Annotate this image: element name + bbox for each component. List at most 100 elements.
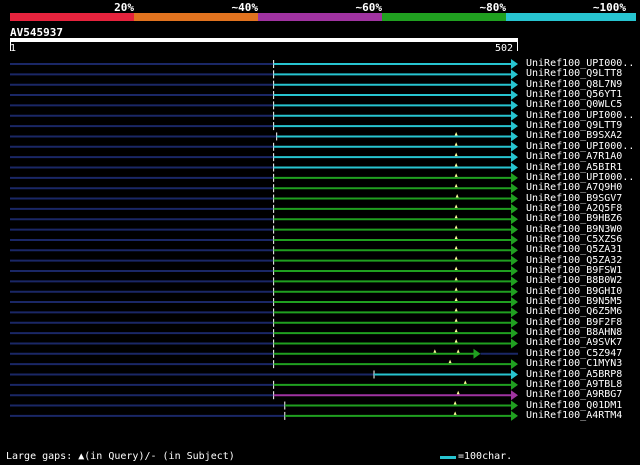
hit-name-link[interactable]: UniRef100_B9N3W0	[526, 224, 622, 235]
hit-arrow	[511, 390, 518, 401]
hit-name-link[interactable]: UniRef100_B9SGV7	[526, 193, 622, 204]
hit-name-link[interactable]: UniRef100_B9SXA2	[526, 130, 622, 141]
hit-arrow	[511, 317, 518, 328]
hit-name-link[interactable]: UniRef100_B8AHN8	[526, 327, 622, 338]
query-gap-marker	[454, 318, 458, 322]
query-gap-marker	[454, 297, 458, 302]
hit-arrow	[511, 410, 518, 421]
hit-arrow	[511, 90, 518, 101]
query-gap-marker	[454, 225, 458, 229]
hit-arrow	[511, 379, 518, 390]
hit-name-link[interactable]: UniRef100_A9SVK7	[526, 337, 622, 348]
hit-arrow	[511, 400, 518, 411]
hit-name-link[interactable]: UniRef100_UPI000..	[526, 110, 634, 121]
hit-name-link[interactable]: UniRef100_Q0WLC5	[526, 99, 622, 110]
hit-name-link[interactable]: UniRef100_Q8L7N9	[526, 79, 622, 90]
hit-name-link[interactable]: UniRef100_Q56YT1	[526, 89, 622, 100]
query-gap-marker	[433, 349, 437, 353]
hit-arrow	[511, 69, 518, 80]
hit-arrow	[473, 348, 481, 359]
query-gap-marker	[454, 287, 458, 291]
hit-arrow	[511, 214, 518, 225]
query-gap-marker	[454, 338, 458, 343]
hit-name-link[interactable]: UniRef100_A5BRP8	[526, 369, 622, 380]
hit-arrow	[511, 121, 518, 132]
hit-name-link[interactable]: UniRef100_Q01DM1	[526, 400, 622, 411]
hit-arrow	[511, 297, 518, 308]
hit-name-link[interactable]: UniRef100_Q5ZA31	[526, 244, 622, 255]
hit-arrow	[511, 162, 518, 173]
query-gap-marker	[454, 163, 458, 167]
query-gap-marker	[454, 204, 458, 208]
hit-arrow	[511, 359, 518, 370]
hit-arrow	[511, 183, 518, 194]
gap-legend: Large gaps: ▲(in Query)/- (in Subject)	[6, 451, 235, 462]
hit-name-link[interactable]: UniRef100_UPI000..	[526, 58, 634, 69]
query-gap-marker	[454, 245, 458, 250]
hit-name-link[interactable]: UniRef100_A9TBL8	[526, 379, 622, 390]
hit-arrow	[511, 234, 518, 245]
hit-name-link[interactable]: UniRef100_Q9LTT9	[526, 120, 622, 131]
query-gap-marker	[453, 401, 457, 405]
hit-arrow	[511, 338, 518, 349]
query-gap-marker	[454, 266, 458, 270]
hit-arrow	[511, 328, 518, 339]
hit-arrow	[511, 224, 518, 235]
hit-name-link[interactable]: UniRef100_B9N5M5	[526, 296, 622, 307]
hit-arrow	[511, 266, 518, 276]
hit-name-link[interactable]: UniRef100_A5BIR1	[526, 162, 622, 173]
hit-name-link[interactable]: UniRef100_A4RTM4	[526, 410, 622, 421]
query-gap-marker	[463, 380, 467, 384]
query-gap-marker	[456, 349, 460, 353]
hit-arrow	[511, 369, 518, 380]
hit-arrow	[511, 286, 518, 297]
hit-name-link[interactable]: UniRef100_C5Z947	[526, 348, 622, 359]
query-gap-marker	[456, 390, 460, 395]
hit-name-link[interactable]: UniRef100_A7Q9H0	[526, 182, 622, 193]
query-gap-marker	[454, 235, 458, 239]
hit-name-link[interactable]: UniRef100_Q9LTT8	[526, 68, 622, 79]
query-gap-marker	[454, 276, 458, 281]
hit-arrow	[511, 276, 518, 287]
hit-name-link[interactable]: UniRef100_A9RBG7	[526, 389, 622, 400]
query-gap-marker	[454, 131, 458, 136]
hit-arrow	[511, 110, 518, 121]
hit-name-link[interactable]: UniRef100_UPI000..	[526, 172, 634, 183]
query-gap-marker	[455, 194, 459, 198]
blast-alignment-viewer: 20% ~40% ~60% ~80% ~100% AV545937 1 502 UniR…	[0, 0, 640, 465]
hit-name-link[interactable]: UniRef100_A2Q5F8	[526, 203, 622, 214]
hit-arrow	[511, 100, 518, 111]
hit-arrow	[511, 59, 518, 69]
hit-name-link[interactable]: UniRef100_B8B0W2	[526, 275, 622, 286]
query-gap-marker	[453, 411, 457, 415]
scale-swatch-label: =100char.	[458, 451, 513, 462]
hit-arrow	[511, 307, 518, 318]
hit-arrow	[511, 141, 518, 152]
hit-name-link[interactable]: UniRef100_C1MYN3	[526, 358, 622, 369]
hit-name-link[interactable]: UniRef100_B9FSW1	[526, 265, 622, 276]
hit-arrow	[511, 172, 518, 183]
hit-arrow	[511, 131, 518, 142]
query-gap-marker	[454, 328, 458, 333]
query-gap-marker	[454, 307, 458, 312]
query-gap-marker	[454, 152, 458, 157]
hit-name-link[interactable]: UniRef100_Q5ZA32	[526, 255, 622, 266]
scale-swatch	[440, 456, 456, 459]
hit-name-link[interactable]: UniRef100_A7R1A0	[526, 151, 622, 162]
query-gap-marker	[454, 173, 458, 177]
query-gap-marker	[454, 183, 458, 188]
hit-name-link[interactable]: UniRef100_C5XZS6	[526, 234, 622, 245]
hit-name-link[interactable]: UniRef100_B9GHI0	[526, 286, 622, 297]
hit-arrow	[511, 203, 518, 214]
hit-arrow	[511, 79, 518, 90]
hit-arrow	[511, 193, 518, 204]
hit-name-link[interactable]: UniRef100_B9F2F8	[526, 317, 622, 328]
hit-arrow	[511, 245, 518, 256]
hit-name-link[interactable]: UniRef100_B9HBZ6	[526, 213, 622, 224]
hit-name-link[interactable]: UniRef100_Q6Z5M6	[526, 306, 622, 317]
hit-arrow	[511, 255, 518, 266]
hit-name-link[interactable]: UniRef100_UPI000..	[526, 141, 634, 152]
hit-arrow	[511, 152, 518, 163]
query-gap-marker	[454, 256, 458, 260]
query-gap-marker	[448, 359, 452, 364]
